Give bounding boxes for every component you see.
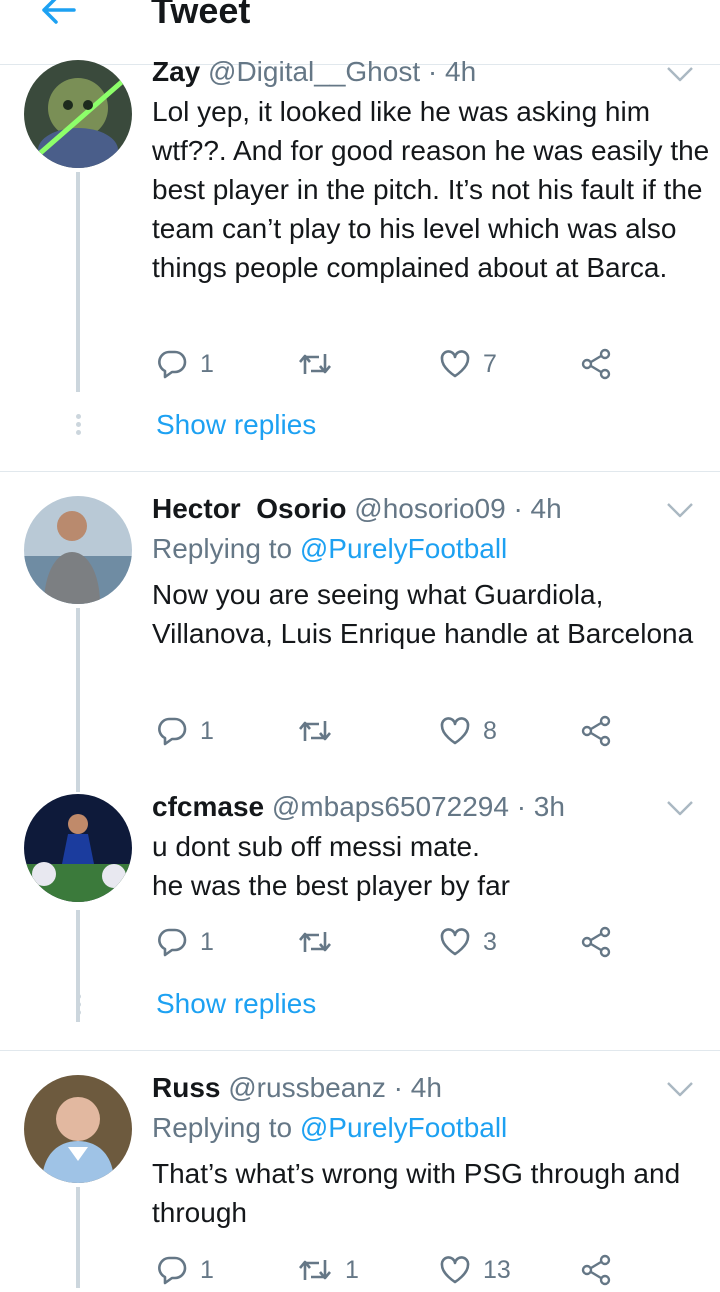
tweet-header: Hector Osorio @hosorio09 · 4h <box>152 492 562 526</box>
reply-count: 1 <box>200 1255 214 1284</box>
like-button[interactable]: 7 <box>439 342 497 386</box>
reply-icon <box>156 926 188 958</box>
author-handle[interactable]: @Digital__Ghost <box>208 56 420 87</box>
timestamp: · 4h <box>427 56 477 87</box>
more-replies-dots <box>74 414 82 438</box>
retweet-icon <box>297 926 333 958</box>
chevron-down-icon[interactable] <box>664 798 696 818</box>
tweet-header: cfcmase @mbaps65072294 · 3h <box>152 790 565 824</box>
tweet-text: Lol yep, it looked like he was asking hi… <box>152 96 710 283</box>
show-replies-link[interactable]: Show replies <box>156 988 316 1020</box>
author-name[interactable]: Russ <box>152 1072 220 1103</box>
chevron-down-icon[interactable] <box>664 500 696 520</box>
tweet-russ[interactable]: Russ @russbeanz · 4h Replying to @Purely… <box>0 1051 720 1288</box>
timestamp: · 3h <box>516 791 565 822</box>
like-button[interactable]: 3 <box>439 920 497 964</box>
avatar[interactable] <box>24 1075 132 1183</box>
reply-icon <box>156 348 188 380</box>
like-button[interactable]: 8 <box>439 709 497 753</box>
tweet-cfcmase[interactable]: cfcmase @mbaps65072294 · 3h u dont sub o… <box>0 772 720 1050</box>
tweet-text: That’s what’s wrong with PSG through and… <box>152 1158 681 1228</box>
tweet-actions: 1 3 <box>152 920 632 964</box>
reply-button[interactable]: 1 <box>156 342 214 386</box>
reply-button[interactable]: 1 <box>156 920 214 964</box>
retweet-button[interactable] <box>297 342 345 386</box>
replying-label: Replying to <box>152 533 293 564</box>
share-button[interactable] <box>580 709 612 753</box>
like-count: 8 <box>483 716 497 745</box>
tweet-zay[interactable]: Zay @Digital__Ghost · 4h Lol yep, it loo… <box>0 0 720 470</box>
timestamp: · 4h <box>513 493 562 524</box>
tweet-actions: 1 1 13 <box>152 1248 632 1292</box>
heart-icon <box>439 348 471 380</box>
author-handle[interactable]: @mbaps65072294 <box>272 791 509 822</box>
replying-to: Replying to @PurelyFootball <box>152 1111 507 1145</box>
retweet-icon <box>297 1254 333 1286</box>
like-count: 13 <box>483 1255 511 1284</box>
author-handle[interactable]: @russbeanz <box>228 1072 386 1103</box>
author-name[interactable]: Zay <box>152 56 200 87</box>
like-count: 3 <box>483 927 497 956</box>
replying-to: Replying to @PurelyFootball <box>152 532 507 566</box>
thread-line <box>76 172 80 392</box>
thread-line <box>76 1187 80 1288</box>
author-name[interactable]: Hector Osorio <box>152 493 346 524</box>
chevron-down-icon[interactable] <box>664 64 696 84</box>
author-handle[interactable]: @hosorio09 <box>354 493 505 524</box>
tweet-text: u dont sub off messi mate. he was the be… <box>152 831 510 901</box>
like-count: 7 <box>483 349 497 378</box>
reply-button[interactable]: 1 <box>156 709 214 753</box>
more-replies-dots <box>74 994 82 1018</box>
share-button[interactable] <box>580 342 612 386</box>
heart-icon <box>439 926 471 958</box>
share-button[interactable] <box>580 1248 612 1292</box>
heart-icon <box>439 715 471 747</box>
share-icon <box>580 926 612 958</box>
retweet-icon <box>297 348 333 380</box>
mention-link[interactable]: @PurelyFootball <box>300 1112 507 1143</box>
retweet-button[interactable] <box>297 709 345 753</box>
retweet-button[interactable]: 1 <box>297 1248 359 1292</box>
reply-count: 1 <box>200 349 214 378</box>
share-icon <box>580 1254 612 1286</box>
thread-line <box>76 608 80 772</box>
avatar[interactable] <box>24 60 132 168</box>
share-button[interactable] <box>580 920 612 964</box>
chevron-down-icon[interactable] <box>664 1079 696 1099</box>
tweet-text: Now you are seeing what Guardiola, Villa… <box>152 579 694 649</box>
share-icon <box>580 715 612 747</box>
retweet-count: 1 <box>345 1255 359 1284</box>
thread-line <box>76 772 80 792</box>
retweet-icon <box>297 715 333 747</box>
heart-icon <box>439 1254 471 1286</box>
tweet-header: Russ @russbeanz · 4h <box>152 1071 442 1105</box>
avatar[interactable] <box>24 496 132 604</box>
replying-label: Replying to <box>152 1112 293 1143</box>
retweet-button[interactable] <box>297 920 345 964</box>
show-replies-link[interactable]: Show replies <box>156 409 316 441</box>
like-button[interactable]: 13 <box>439 1248 511 1292</box>
tweet-actions: 1 7 <box>152 342 632 386</box>
avatar[interactable] <box>24 794 132 902</box>
reply-icon <box>156 1254 188 1286</box>
tweet-header: Zay @Digital__Ghost · 4h <box>152 55 476 89</box>
reply-count: 1 <box>200 716 214 745</box>
reply-button[interactable]: 1 <box>156 1248 214 1292</box>
tweet-actions: 1 8 <box>152 709 632 753</box>
reply-count: 1 <box>200 927 214 956</box>
tweet-hector-osorio[interactable]: Hector Osorio @hosorio09 · 4h Replying t… <box>0 472 720 772</box>
mention-link[interactable]: @PurelyFootball <box>300 533 507 564</box>
timestamp: · 4h <box>393 1072 442 1103</box>
author-name[interactable]: cfcmase <box>152 791 264 822</box>
share-icon <box>580 348 612 380</box>
reply-icon <box>156 715 188 747</box>
